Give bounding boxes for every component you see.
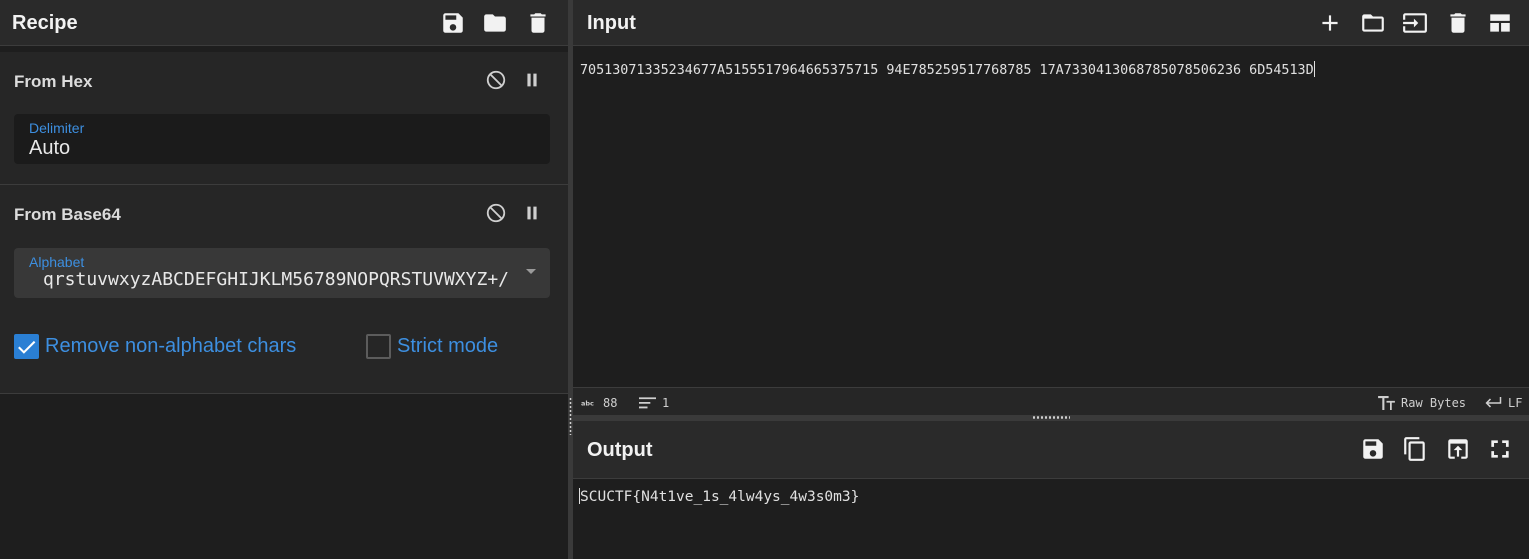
save-output-icon[interactable] (1359, 435, 1387, 463)
delimiter-value: Auto (29, 137, 71, 159)
reset-layout-icon[interactable] (1486, 9, 1514, 37)
maximize-output-icon[interactable] (1486, 435, 1514, 463)
checkmark-icon (18, 340, 36, 354)
clear-recipe-trash-icon[interactable] (524, 9, 552, 37)
length-stat: abc 88 (581, 396, 617, 410)
import-file-icon[interactable] (1401, 9, 1429, 37)
remove-non-alphabet-label[interactable]: Remove non-alphabet chars (45, 335, 296, 358)
output-header: Output (573, 421, 1529, 479)
operation-from-hex: From Hex Delimiter Auto (0, 52, 568, 185)
output-textarea[interactable]: SCUCTF{N4t1ve_1s_4lw4ys_4w3s0m3} (579, 488, 859, 505)
lines-icon (639, 397, 656, 409)
chevron-down-icon[interactable] (526, 269, 536, 274)
encoding-value: Raw Bytes (1401, 396, 1467, 410)
add-input-plus-icon[interactable] (1316, 9, 1344, 37)
alphabet-label: Alphabet (29, 254, 85, 270)
disable-operation-icon[interactable] (484, 68, 508, 92)
input-header: Input (573, 0, 1529, 46)
length-value: 88 (603, 396, 618, 410)
input-title: Input (587, 12, 636, 34)
replace-input-icon[interactable] (1444, 435, 1472, 463)
eol-selector[interactable]: LF (1484, 396, 1522, 410)
input-status-bar: abc 88 1 Raw Bytes LF (573, 387, 1529, 415)
strict-mode-checkbox[interactable] (366, 334, 391, 359)
lines-value: 1 (662, 396, 670, 410)
svg-text:abc: abc (581, 400, 594, 408)
delimiter-field[interactable]: Delimiter Auto (14, 114, 550, 164)
output-value: SCUCTF{N4t1ve_1s_4lw4ys_4w3s0m3} (580, 489, 860, 505)
input-value: 70513071335234677A5155517964665375715 94… (580, 63, 1314, 78)
save-recipe-icon[interactable] (439, 9, 467, 37)
text-cursor (1313, 61, 1315, 77)
strict-mode-label[interactable]: Strict mode (397, 335, 498, 358)
lines-stat: 1 (639, 396, 669, 410)
operation-title: From Base64 (14, 205, 121, 224)
delimiter-label: Delimiter (29, 120, 85, 136)
open-folder-icon[interactable] (1359, 9, 1387, 37)
output-pane: Output SCUCTF{N4t1ve_1s_4lw4ys_4w3s0m3} (573, 421, 1529, 559)
output-title: Output (587, 439, 653, 461)
eol-value: LF (1508, 396, 1523, 410)
recipe-header: Recipe (0, 0, 568, 46)
pause-operation-icon[interactable] (520, 201, 544, 225)
alphabet-value: qrstuvwxyzABCDEFGHIJKLM56789NOPQRSTUVWXY… (43, 269, 509, 290)
disable-operation-icon[interactable] (484, 201, 508, 225)
copy-output-icon[interactable] (1401, 435, 1429, 463)
return-arrow-icon (1485, 397, 1502, 408)
alphabet-select[interactable]: Alphabet qrstuvwxyzABCDEFGHIJKLM56789NOP… (14, 248, 550, 298)
pause-operation-icon[interactable] (520, 68, 544, 92)
abc-icon: abc (581, 400, 594, 408)
text-format-icon (1378, 396, 1395, 410)
clear-input-trash-icon[interactable] (1444, 9, 1472, 37)
recipe-pane: Recipe From Hex Delimiter Auto From Base… (0, 0, 568, 559)
input-pane: Input 70513071335234677A5155517964665375… (573, 0, 1529, 415)
recipe-title: Recipe (12, 12, 78, 34)
splitter-grip-icon[interactable] (1032, 415, 1070, 420)
operation-from-base64: From Base64 Alphabet qrstuvwxyzABCDEFGHI… (0, 185, 568, 394)
remove-non-alphabet-checkbox[interactable] (14, 334, 39, 359)
input-textarea[interactable]: 70513071335234677A5155517964665375715 94… (580, 61, 1315, 78)
operation-title: From Hex (14, 72, 93, 91)
load-recipe-folder-icon[interactable] (481, 9, 509, 37)
encoding-selector[interactable]: Raw Bytes (1378, 396, 1466, 410)
